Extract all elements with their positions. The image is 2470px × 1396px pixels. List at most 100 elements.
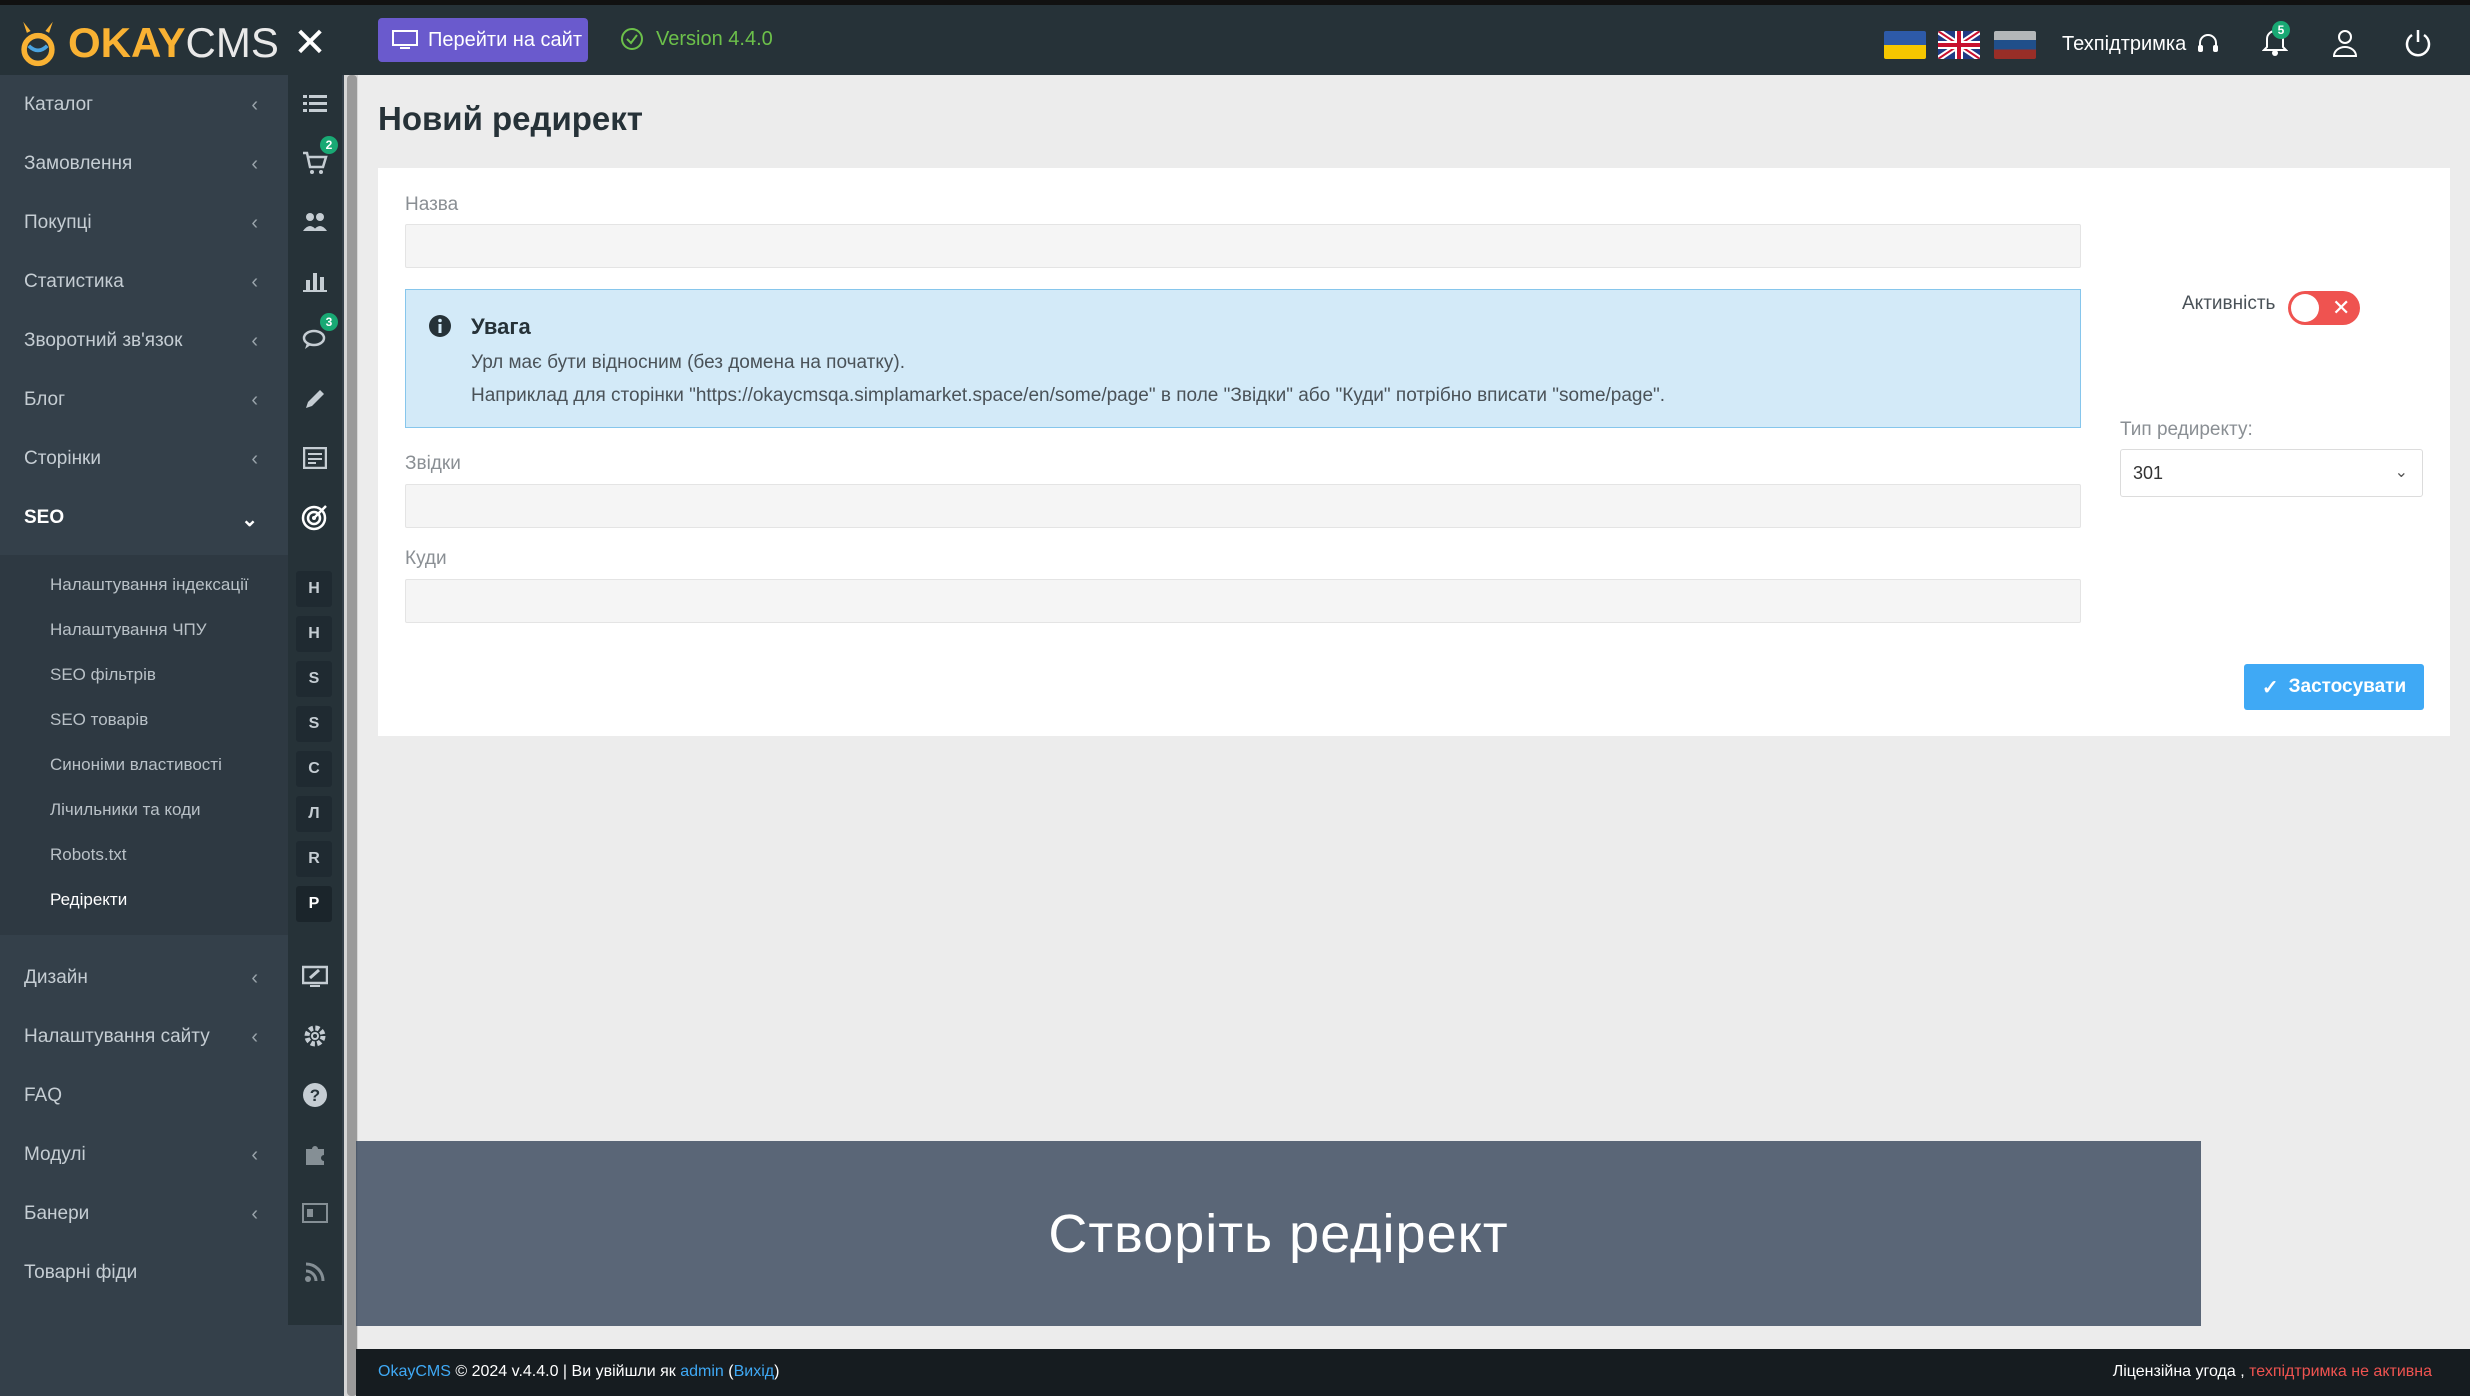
sidebar-item-statistics[interactable]: Статистика ‹ (0, 252, 288, 311)
banner-icon[interactable] (292, 1190, 338, 1236)
apply-button[interactable]: ✓ Застосувати (2244, 664, 2424, 710)
sidebar-item-feeds[interactable]: Товарні фіди (0, 1243, 288, 1302)
tutorial-caption: Створіть редірект (356, 1141, 2201, 1326)
sidebar-item-modules[interactable]: Модулі ‹ (0, 1125, 288, 1184)
feedback-badge: 3 (320, 313, 338, 331)
seo-subitem-letter[interactable]: Р (296, 886, 332, 922)
footer-support-status[interactable]: техпідтримка не активна (2249, 1363, 2432, 1380)
seo-subitem-robots[interactable]: Robots.txt (50, 832, 127, 877)
seo-subitem-products[interactable]: SEO товарів (50, 697, 148, 742)
user-icon[interactable] (2332, 29, 2358, 62)
seo-subitem-letter[interactable]: Л (296, 796, 332, 832)
flag-ua-icon[interactable] (1884, 31, 1926, 59)
seo-subitem-letter[interactable]: S (296, 661, 332, 697)
chevron-left-icon: ‹ (251, 153, 258, 175)
footer-paren-close: ) (774, 1363, 780, 1380)
sidebar-item-faq[interactable]: FAQ (0, 1066, 288, 1125)
sidebar-item-label: Замовлення (24, 152, 133, 174)
flag-ru-icon[interactable] (1994, 31, 2036, 59)
sidebar-item-label: Сторінки (24, 447, 101, 469)
seo-subitem-label: SEO фільтрів (50, 664, 156, 684)
sidebar-item-label: Налаштування сайту (24, 1025, 210, 1047)
logo-text: OKAYCMS (68, 19, 279, 66)
check-circle-icon (621, 28, 643, 50)
seo-subitem-label: SEO товарів (50, 709, 149, 729)
version-info: Version 4.4.0 (620, 27, 773, 51)
seo-subitem-label: Налаштування ЧПУ (50, 619, 207, 639)
alert-text-line2: Наприклад для сторінки "https://okaycmsq… (471, 385, 1666, 406)
notifications-badge: 5 (2272, 21, 2290, 39)
seo-subitem-indexing[interactable]: Налаштування індексації (50, 562, 249, 607)
puzzle-icon[interactable] (292, 1131, 338, 1177)
close-icon: ✕ (2332, 295, 2351, 320)
alert-text-line1: Урл має бути відносним (без домена на по… (471, 352, 905, 373)
active-toggle[interactable]: ✕ (2288, 291, 2360, 325)
support-link[interactable]: Техпідтримка (2062, 32, 2220, 56)
monitor-icon (392, 30, 418, 49)
seo-subitem-letter[interactable]: Н (296, 616, 332, 652)
sidebar-item-orders[interactable]: Замовлення ‹ (0, 134, 288, 193)
sidebar-item-label: SEO (24, 506, 65, 528)
seo-subitem-redirects[interactable]: Редіректи (50, 877, 127, 922)
version-label: Version 4.4.0 (656, 27, 773, 50)
question-icon[interactable]: ? (292, 1072, 338, 1118)
name-input[interactable] (405, 224, 2081, 268)
seo-subitem-letter[interactable]: Н (296, 571, 332, 607)
sidebar-item-customers[interactable]: Покупці ‹ (0, 193, 288, 252)
chevron-left-icon: ‹ (251, 448, 258, 470)
footer-user-link[interactable]: admin (680, 1363, 724, 1380)
sidebar-item-banners[interactable]: Банери ‹ (0, 1184, 288, 1243)
list-icon[interactable] (292, 81, 338, 127)
seo-subitem-filters[interactable]: SEO фільтрів (50, 652, 156, 697)
apply-label: Застосувати (2288, 676, 2407, 697)
target-icon[interactable] (292, 494, 338, 540)
design-icon[interactable] (292, 954, 338, 1000)
close-sidebar-icon[interactable]: ✕ (292, 23, 328, 63)
sidebar-item-feedback[interactable]: Зворотний зв'язок ‹ (0, 311, 288, 370)
chevron-down-icon: ⌄ (2394, 464, 2408, 481)
seo-subitem-label: Налаштування індексації (50, 574, 249, 594)
gear-icon[interactable] (292, 1013, 338, 1059)
chevron-left-icon: ‹ (251, 212, 258, 234)
active-label: Активність (2182, 293, 2276, 314)
redirect-type-select[interactable]: 301 ⌄ (2120, 449, 2423, 497)
support-label: Техпідтримка (2062, 32, 2187, 55)
sidebar-item-site-settings[interactable]: Налаштування сайту ‹ (0, 1007, 288, 1066)
from-input[interactable] (405, 484, 2081, 528)
seo-subitem-letter[interactable]: S (296, 706, 332, 742)
sidebar-item-blog[interactable]: Блог ‹ (0, 370, 288, 429)
chevron-left-icon: ‹ (251, 271, 258, 293)
pencil-icon[interactable] (292, 376, 338, 422)
svg-text:?: ? (310, 1086, 320, 1105)
seo-subitem-url-settings[interactable]: Налаштування ЧПУ (50, 607, 207, 652)
footer: OkayCMS © 2024 v.4.4.0 | Ви увійшли як a… (356, 1349, 2470, 1396)
sidebar-item-label: Каталог (24, 93, 94, 115)
goto-site-button[interactable]: Перейти на сайт (378, 18, 588, 62)
footer-right: Ліцензійна угода , техпідтримка не актив… (2113, 1363, 2432, 1381)
sidebar-item-design[interactable]: Дизайн ‹ (0, 948, 288, 1007)
redirect-type-label: Тип редиректу: (2120, 419, 2253, 440)
goto-site-label: Перейти на сайт (428, 28, 582, 51)
users-icon[interactable] (292, 199, 338, 245)
seo-subitem-counters[interactable]: Лічильники та коди (50, 787, 201, 832)
chevron-left-icon: ‹ (251, 1144, 258, 1166)
rss-icon[interactable] (292, 1249, 338, 1295)
seo-subitem-letter[interactable]: С (296, 751, 332, 787)
footer-license-link[interactable]: Ліцензійна угода , (2113, 1363, 2245, 1380)
to-input[interactable] (405, 579, 2081, 623)
logo-icon (21, 21, 55, 67)
sidebar-item-catalog[interactable]: Каталог ‹ (0, 75, 288, 134)
pages-icon[interactable] (292, 435, 338, 481)
bar-chart-icon[interactable] (292, 258, 338, 304)
sidebar-item-seo[interactable]: SEO ⌄ (0, 488, 288, 547)
seo-subitem-letter[interactable]: R (296, 841, 332, 877)
info-icon (428, 314, 452, 343)
chevron-left-icon: ‹ (251, 330, 258, 352)
flag-en-icon[interactable] (1938, 31, 1980, 59)
sidebar-item-pages[interactable]: Сторінки ‹ (0, 429, 288, 488)
power-icon[interactable] (2404, 29, 2432, 62)
seo-subitem-synonyms[interactable]: Синоніми властивості (50, 742, 222, 787)
logo[interactable]: OKAYCMS (16, 13, 279, 73)
footer-logout-link[interactable]: Вихід (734, 1363, 775, 1380)
footer-brand-link[interactable]: OkayCMS (378, 1363, 451, 1380)
